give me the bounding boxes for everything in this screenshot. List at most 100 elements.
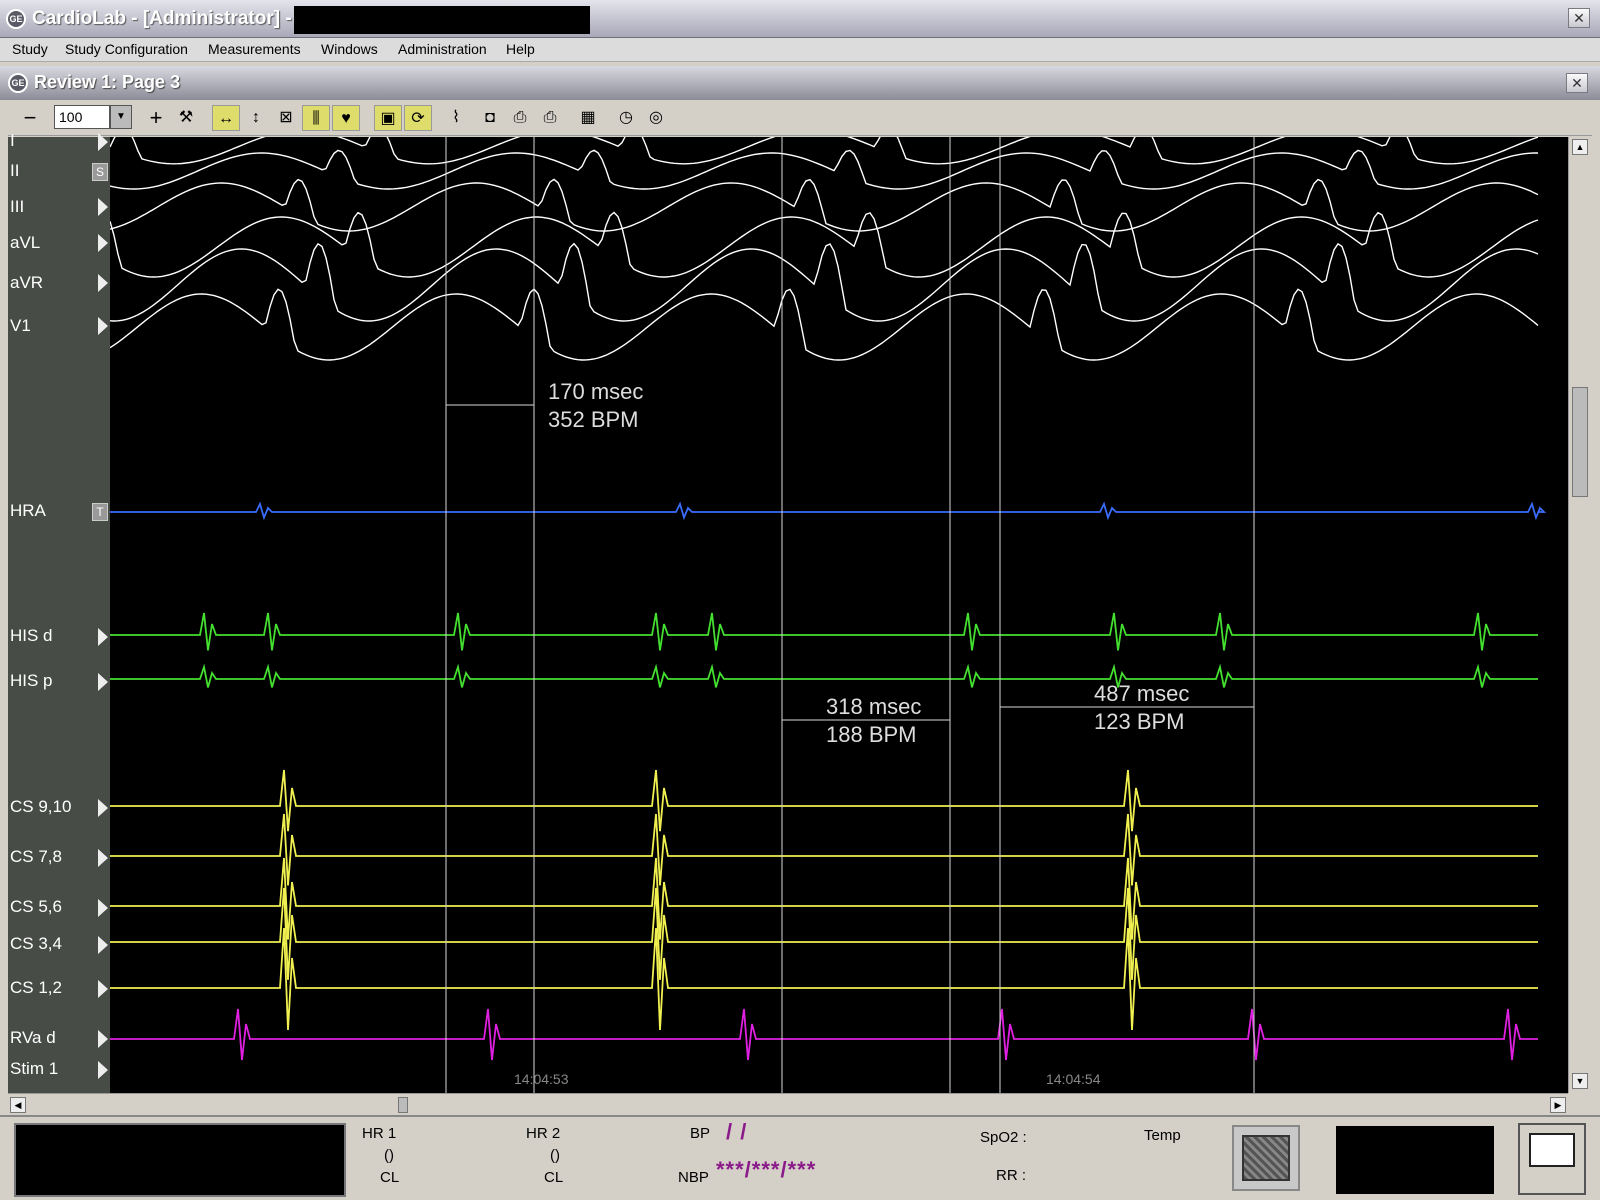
- nbp-value: ***/***/***: [716, 1157, 817, 1182]
- channel-expand-triangle-icon[interactable]: [98, 234, 108, 252]
- ecg-trace: [110, 178, 1539, 232]
- heart-caliper-icon[interactable]: ♥: [332, 105, 360, 131]
- zoom-out-button[interactable]: −: [16, 105, 44, 131]
- rr-label: RR :: [996, 1167, 1026, 1184]
- menu-windows[interactable]: Windows: [321, 41, 378, 57]
- channel-expand-triangle-icon[interactable]: [98, 673, 108, 691]
- vertical-scroll-thumb[interactable]: [1572, 387, 1588, 497]
- channel-label: aVL: [10, 233, 41, 252]
- channel-expand-triangle-icon[interactable]: [98, 133, 108, 151]
- cs-trace: [110, 813, 1538, 886]
- channel-label: CS 1,2: [10, 978, 62, 997]
- channel-label: CS 7,8: [10, 847, 62, 866]
- snapshot-camera-icon[interactable]: ◘: [476, 105, 504, 131]
- cardiolab-window: GE CardioLab - [Administrator] - ✕ Study…: [0, 0, 1600, 1200]
- channel-label: CS 5,6: [10, 897, 62, 916]
- vitals-status-panel: HR 1 () CL HR 2 () CL BP / / NBP ***/***…: [0, 1115, 1600, 1200]
- zoom-dropdown-button[interactable]: ▼: [110, 105, 132, 129]
- channel-expand-triangle-icon[interactable]: [98, 274, 108, 292]
- scroll-down-arrow-icon[interactable]: ▼: [1572, 1073, 1588, 1089]
- review-close-button[interactable]: ✕: [1566, 73, 1588, 93]
- menu-administration[interactable]: Administration: [398, 41, 487, 57]
- ge-logo-icon: GE: [6, 9, 26, 29]
- monitor-toggle-button[interactable]: [1518, 1123, 1586, 1195]
- clock-icon[interactable]: ◷: [612, 105, 640, 131]
- cs-trace: [110, 857, 1538, 940]
- channel-expand-triangle-icon[interactable]: [98, 198, 108, 216]
- redacted-patient-name: [294, 6, 590, 34]
- scroll-right-arrow-icon[interactable]: ▶: [1550, 1097, 1566, 1113]
- channel-trigger-badge[interactable]: T: [92, 503, 108, 521]
- waveform-display[interactable]: 170 msec 352 BPM 318 msec 188 BPM 487 ms…: [110, 137, 1568, 1093]
- table-icon[interactable]: ▦: [574, 105, 602, 131]
- timestamp-label: 14:04:54: [1046, 1071, 1101, 1087]
- channel-label: III: [10, 197, 25, 216]
- menu-measurements[interactable]: Measurements: [208, 41, 301, 57]
- review-toolbar: − 100 ▼ + ⚒ ↔ ↕ ⊠ ⫼ ♥ ▣ ⟳ ⌇ ◘ ⎙ ⎙ ▦ ◷ ◎: [8, 100, 1592, 136]
- spo2-label: SpO2 :: [980, 1129, 1027, 1146]
- signal-settings-icon[interactable]: ⌇: [442, 105, 470, 131]
- scroll-up-arrow-icon[interactable]: ▲: [1572, 139, 1588, 155]
- timer-icon[interactable]: ◎: [642, 105, 670, 131]
- ge-logo-icon: GE: [8, 73, 28, 93]
- monitor-view-icon[interactable]: ▣: [374, 105, 402, 131]
- channel-expand-triangle-icon[interactable]: [98, 799, 108, 817]
- channel-expand-triangle-icon[interactable]: [98, 936, 108, 954]
- measurement-bpm: 123 BPM: [1094, 709, 1185, 734]
- channel-label: V1: [10, 316, 31, 335]
- channel-expand-triangle-icon[interactable]: [98, 849, 108, 867]
- hr2-value: (): [550, 1147, 560, 1164]
- print-icon[interactable]: ⎙: [536, 105, 564, 131]
- measurement-msec: 487 msec: [1094, 681, 1189, 706]
- measurement-msec: 318 msec: [826, 694, 921, 719]
- channel-sync-badge[interactable]: S: [92, 163, 108, 181]
- tools-icon[interactable]: ⚒: [172, 105, 200, 131]
- window-title: CardioLab - [Administrator] -: [32, 8, 292, 29]
- channel-expand-triangle-icon[interactable]: [98, 899, 108, 917]
- his-d-trace: [110, 612, 1538, 651]
- horizontal-scrollbar[interactable]: ◀ ▶: [8, 1093, 1568, 1115]
- zoom-level-input[interactable]: 100: [54, 105, 110, 129]
- channel-label: Stim 1: [10, 1059, 59, 1078]
- monitor-icon: [1529, 1133, 1575, 1167]
- his-p-trace: [110, 663, 1538, 688]
- clear-caliper-icon[interactable]: ⊠: [272, 105, 300, 131]
- hr1-value: (): [384, 1147, 394, 1164]
- zoom-in-button[interactable]: +: [142, 105, 170, 131]
- channel-label-panel: I II S III aVL aVR V1 HRA T HIS d HIS p …: [8, 131, 110, 1093]
- menu-study-configuration[interactable]: Study Configuration: [65, 41, 188, 57]
- vertical-caliper-icon[interactable]: ↕: [242, 105, 270, 131]
- channel-expand-triangle-icon[interactable]: [98, 317, 108, 335]
- measurement-bpm: 352 BPM: [548, 407, 639, 432]
- channel-expand-triangle-icon[interactable]: [98, 980, 108, 998]
- timestamp-label: 14:04:53: [514, 1071, 569, 1087]
- print-page-icon[interactable]: ⎙: [506, 105, 534, 131]
- measurement-msec: 170 msec: [548, 379, 643, 404]
- rva-trace: [110, 1008, 1538, 1061]
- channel-label: II: [10, 161, 20, 180]
- window-close-button[interactable]: ✕: [1568, 8, 1590, 28]
- bp-label: BP: [690, 1125, 711, 1142]
- channel-expand-triangle-icon[interactable]: [98, 1030, 108, 1048]
- menu-help[interactable]: Help: [506, 41, 535, 57]
- channel-label: I: [10, 131, 15, 150]
- channel-label: CS 3,4: [10, 934, 62, 953]
- channel-label: RVa d: [10, 1028, 56, 1047]
- march-caliper-icon[interactable]: ⫼: [302, 105, 330, 131]
- menu-study[interactable]: Study: [12, 41, 48, 57]
- horizontal-scroll-thumb[interactable]: [398, 1097, 408, 1113]
- channel-label: HIS p: [10, 671, 53, 690]
- vertical-scrollbar[interactable]: ▲ ▼: [1568, 137, 1592, 1093]
- redacted-info: [1336, 1126, 1494, 1194]
- title-bar: GE CardioLab - [Administrator] - ✕: [0, 0, 1600, 38]
- horizontal-caliper-icon[interactable]: ↔: [212, 105, 240, 131]
- channel-expand-triangle-icon[interactable]: [98, 628, 108, 646]
- temp-label: Temp: [1144, 1127, 1181, 1144]
- channel-label: CS 9,10: [10, 797, 72, 816]
- hardware-status-icon[interactable]: [1232, 1125, 1300, 1191]
- hr1-cl-label: CL: [380, 1169, 400, 1186]
- channel-expand-triangle-icon[interactable]: [98, 1061, 108, 1079]
- refresh-view-icon[interactable]: ⟳: [404, 105, 432, 131]
- hr2-label: HR 2: [526, 1125, 561, 1142]
- scroll-left-arrow-icon[interactable]: ◀: [10, 1097, 26, 1113]
